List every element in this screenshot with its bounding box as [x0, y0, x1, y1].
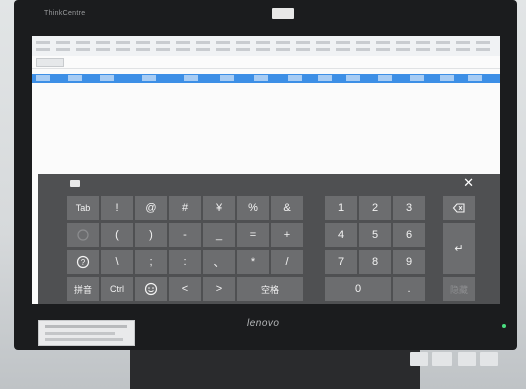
key-8[interactable]: 8	[359, 250, 391, 274]
app-menu-bar	[32, 36, 500, 57]
key-backslash[interactable]: \	[101, 250, 133, 274]
circle-slash-icon	[77, 229, 89, 241]
key-4[interactable]: 4	[325, 223, 357, 247]
key-semicolon[interactable]: ;	[135, 250, 167, 274]
keyboard-icon[interactable]	[70, 180, 80, 187]
table-row-selected[interactable]	[32, 74, 500, 83]
key-plus[interactable]: +	[271, 223, 303, 247]
key-equals[interactable]: =	[237, 223, 269, 247]
key-help[interactable]: ?	[67, 250, 99, 274]
on-screen-keyboard: ✕ Tab ! @ # ¥ % & ( ) - _ = + ? \ ; : 、 …	[38, 174, 500, 304]
brand-label: ThinkCentre	[44, 10, 86, 17]
key-right-paren[interactable]: )	[135, 223, 167, 247]
key-at[interactable]: @	[135, 196, 167, 220]
key-3[interactable]: 3	[393, 196, 425, 220]
key-5[interactable]: 5	[359, 223, 391, 247]
menu-bar-items[interactable]	[36, 41, 496, 44]
key-ctrl[interactable]: Ctrl	[101, 277, 133, 301]
app-toolbar	[32, 56, 500, 69]
key-exclamation[interactable]: !	[101, 196, 133, 220]
question-circle-icon: ?	[76, 255, 90, 269]
key-slash[interactable]: /	[271, 250, 303, 274]
key-hide[interactable]: 隐藏	[443, 277, 475, 301]
key-hash[interactable]: #	[169, 196, 201, 220]
key-underscore[interactable]: _	[203, 223, 235, 247]
intel-badge	[458, 352, 476, 366]
key-7[interactable]: 7	[325, 250, 357, 274]
key-right-arrow[interactable]: >	[203, 277, 235, 301]
key-backspace[interactable]	[443, 196, 475, 220]
key-percent[interactable]: %	[237, 196, 269, 220]
key-emoji[interactable]	[135, 277, 167, 301]
cpu-badge	[410, 352, 428, 366]
menu-bar-items-secondary[interactable]	[36, 48, 496, 51]
key-enter[interactable]: ↵	[443, 223, 475, 274]
key-dot[interactable]: .	[393, 277, 425, 301]
key-tab[interactable]: Tab	[67, 196, 99, 220]
key-space[interactable]: 空格	[237, 277, 303, 301]
close-keyboard-button[interactable]: ✕	[463, 175, 474, 191]
toolbar-tab[interactable]	[36, 58, 64, 67]
key-yen[interactable]: ¥	[203, 196, 235, 220]
power-led	[502, 324, 506, 328]
key-ideographic-comma[interactable]: 、	[203, 250, 235, 274]
key-pinyin[interactable]: 拼音	[67, 277, 99, 301]
svg-text:?: ?	[81, 258, 86, 267]
key-6[interactable]: 6	[393, 223, 425, 247]
key-9[interactable]: 9	[393, 250, 425, 274]
backspace-icon	[452, 203, 465, 213]
key-minus[interactable]: -	[169, 223, 201, 247]
energy-badge	[480, 352, 498, 366]
key-asterisk[interactable]: *	[237, 250, 269, 274]
key-disabled[interactable]	[67, 223, 99, 247]
top-sticker	[272, 8, 294, 19]
key-0[interactable]: 0	[325, 277, 391, 301]
key-left-arrow[interactable]: <	[169, 277, 201, 301]
lenovo-logo: lenovo	[247, 318, 280, 329]
key-1[interactable]: 1	[325, 196, 357, 220]
keyboard-header: ✕	[38, 174, 500, 192]
os-badge	[432, 352, 452, 366]
key-colon[interactable]: :	[169, 250, 201, 274]
key-2[interactable]: 2	[359, 196, 391, 220]
monitor-stand	[130, 350, 420, 389]
key-left-paren[interactable]: (	[101, 223, 133, 247]
key-ampersand[interactable]: &	[271, 196, 303, 220]
smiley-icon	[144, 282, 158, 296]
product-label-sticker	[38, 320, 135, 346]
